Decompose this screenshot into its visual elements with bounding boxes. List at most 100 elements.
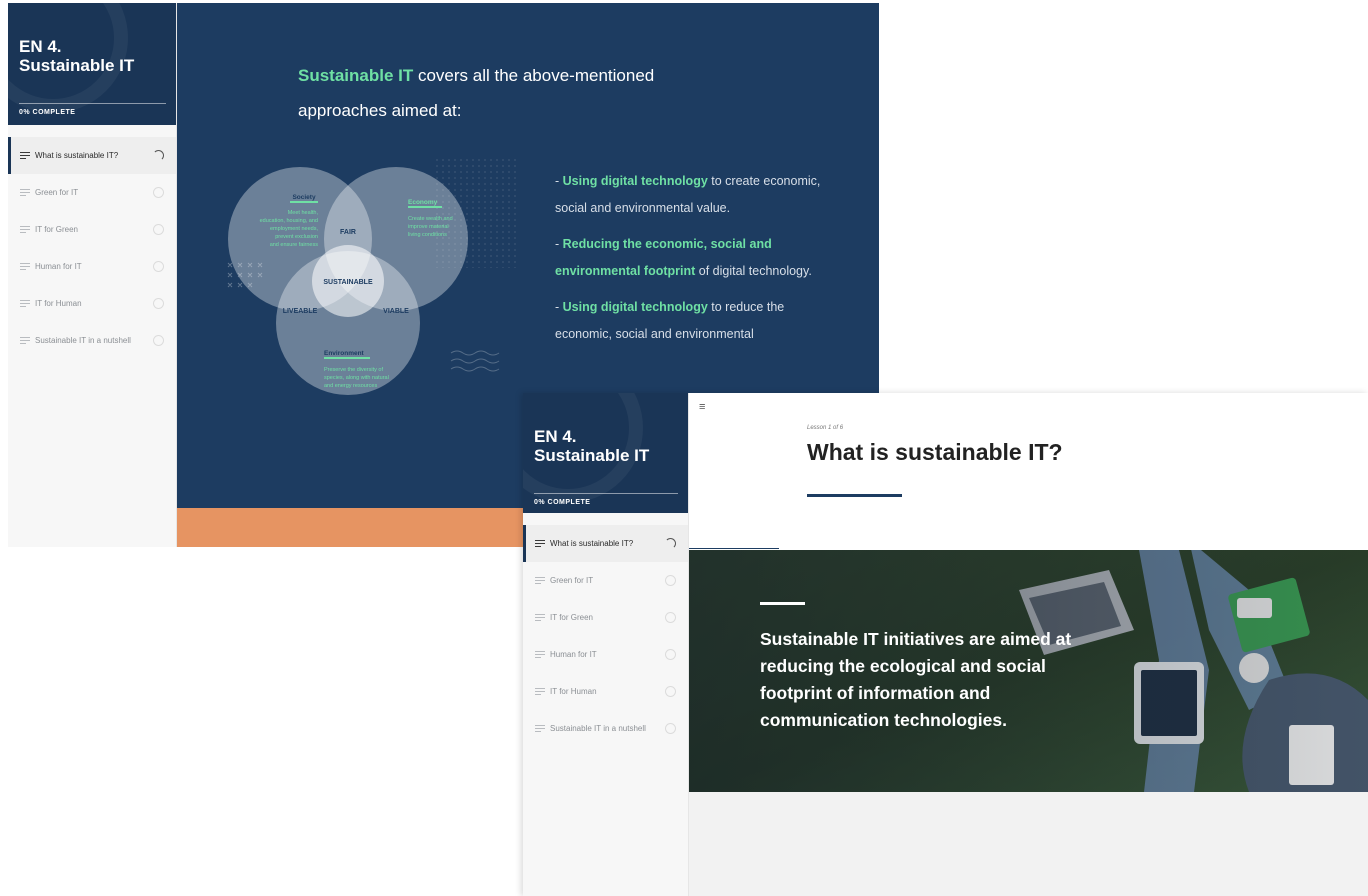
empty-circle-icon [665,612,676,623]
society-line: and ensure fairness [270,242,319,248]
bullet-item: - Reducing the economic, social and envi… [555,231,825,285]
economy-title: Economy [408,199,438,206]
course-sidebar: EN 4. Sustainable IT 0% COMPLETE What is… [523,393,689,896]
society-line: employment needs, [270,226,318,232]
society-line: Meet health, [288,210,319,216]
lesson-label: What is sustainable IT? [550,539,634,548]
lesson-item-what-is-sustainable-it[interactable]: What is sustainable IT? [8,137,176,174]
economy-line: living conditions [408,232,447,238]
lesson-label: IT for Green [550,613,593,622]
lesson-lines-icon [535,540,545,547]
society-title: Society [292,194,316,201]
bullet-text: of digital technology. [695,264,812,278]
lesson-item-nutshell[interactable]: Sustainable IT in a nutshell [523,710,688,747]
empty-circle-icon [665,575,676,586]
slide-heading: Sustainable IT covers all the above-ment… [298,58,728,128]
lesson-label: Sustainable IT in a nutshell [550,724,646,733]
heading-highlight: Sustainable IT [298,66,414,85]
course-title[interactable]: EN 4. Sustainable IT [19,37,169,75]
hero-accent-bar [760,602,805,605]
society-line: education, housing, and [260,218,318,224]
empty-circle-icon [665,723,676,734]
course-sidebar: EN 4. Sustainable IT 0% COMPLETE What is… [8,3,177,547]
title-underline [807,494,902,497]
society-underline [290,201,318,203]
economy-line: improve material [408,224,449,230]
environment-underline [324,357,370,359]
empty-circle-icon [153,224,164,235]
course-title-line1: EN 4. [19,37,62,56]
lesson-label: Green for IT [550,576,594,585]
lesson-label: IT for Green [35,225,78,234]
progress-bar [534,493,678,494]
lesson-lines-icon [535,688,545,695]
viable-label: VIABLE [383,308,409,315]
bullet-item: - Using digital technology to create eco… [555,168,825,222]
lesson-label: What is sustainable IT? [35,151,119,160]
hero-banner: Sustainable IT initiatives are aimed at … [689,550,1368,792]
course-title-line2: Sustainable IT [19,56,135,75]
lesson-lines-icon [535,614,545,621]
lesson-item-it-for-human[interactable]: IT for Human [8,285,176,322]
lesson-label: Human for IT [550,650,597,659]
hero-statement: Sustainable IT initiatives are aimed at … [760,629,1072,730]
bullet-prefix: - [555,300,563,314]
bullet-prefix: - [555,174,563,188]
environment-line: Preserve the diversity of [324,367,383,373]
economy-line: Create wealth and [408,216,453,222]
bullet-highlight: Using digital technology [562,174,708,188]
hamburger-menu-icon[interactable]: ≡ [699,401,705,413]
lesson-item-what-is-sustainable-it[interactable]: What is sustainable IT? [523,525,688,562]
sustainable-label: SUSTAINABLE [323,279,373,286]
lesson-item-green-for-it[interactable]: Green for IT [8,174,176,211]
lesson-item-it-for-green[interactable]: IT for Green [523,599,688,636]
lesson-window: EN 4. Sustainable IT 0% COMPLETE What is… [523,393,1368,896]
environment-line: and energy resources [324,383,377,389]
lesson-label: IT for Human [550,687,597,696]
lesson-label: IT for Human [35,299,82,308]
wave-pattern-decoration [450,350,500,372]
empty-circle-icon [665,686,676,697]
bullet-item: - Using digital technology to reduce the… [555,294,825,348]
bullet-prefix: - [555,237,563,251]
lesson-lines-icon [535,651,545,658]
lesson-item-it-for-green[interactable]: IT for Green [8,211,176,248]
lesson-item-human-for-it[interactable]: Human for IT [8,248,176,285]
progress-label: 0% COMPLETE [534,499,591,506]
lesson-lines-icon [20,226,30,233]
lesson-title: What is sustainable IT? [807,439,1063,465]
society-line: prevent exclusion [275,234,318,240]
liveable-label: LIVEABLE [283,308,318,315]
lesson-lines-icon [20,263,30,270]
empty-circle-icon [153,335,164,346]
lesson-lines-icon [20,152,30,159]
course-title-line1: EN 4. [534,427,577,446]
environment-line: species, along with natural [324,375,389,381]
slide-bullets: - Using digital technology to create eco… [555,168,825,357]
heading-rest-2: approaches aimed at: [298,101,462,120]
course-title-line2: Sustainable IT [534,446,650,465]
heading-rest-1: covers all the above-mentioned [413,66,655,85]
progress-circle-icon [153,150,164,161]
lesson-label: Sustainable IT in a nutshell [35,336,131,345]
progress-circle-icon [665,538,676,549]
economy-underline [408,206,442,208]
lesson-lines-icon [20,189,30,196]
course-header: EN 4. Sustainable IT 0% COMPLETE [8,3,176,125]
lesson-lines-icon [20,337,30,344]
lesson-item-human-for-it[interactable]: Human for IT [523,636,688,673]
lesson-item-green-for-it[interactable]: Green for IT [523,562,688,599]
lesson-lines-icon [535,725,545,732]
course-title[interactable]: EN 4. Sustainable IT [534,427,684,465]
lesson-counter: Lesson 1 of 6 [807,425,844,431]
empty-circle-icon [153,187,164,198]
section-indicator [689,548,779,549]
lesson-item-nutshell[interactable]: Sustainable IT in a nutshell [8,322,176,359]
bullet-highlight: Using digital technology [562,300,708,314]
economy-description: Create wealth and improve material livin… [408,216,453,238]
lesson-item-it-for-human[interactable]: IT for Human [523,673,688,710]
progress-label: 0% COMPLETE [19,109,76,116]
sustainability-venn-diagram: Society Meet health, education, housing,… [227,158,516,395]
lesson-label: Green for IT [35,188,79,197]
lesson-lines-icon [535,577,545,584]
